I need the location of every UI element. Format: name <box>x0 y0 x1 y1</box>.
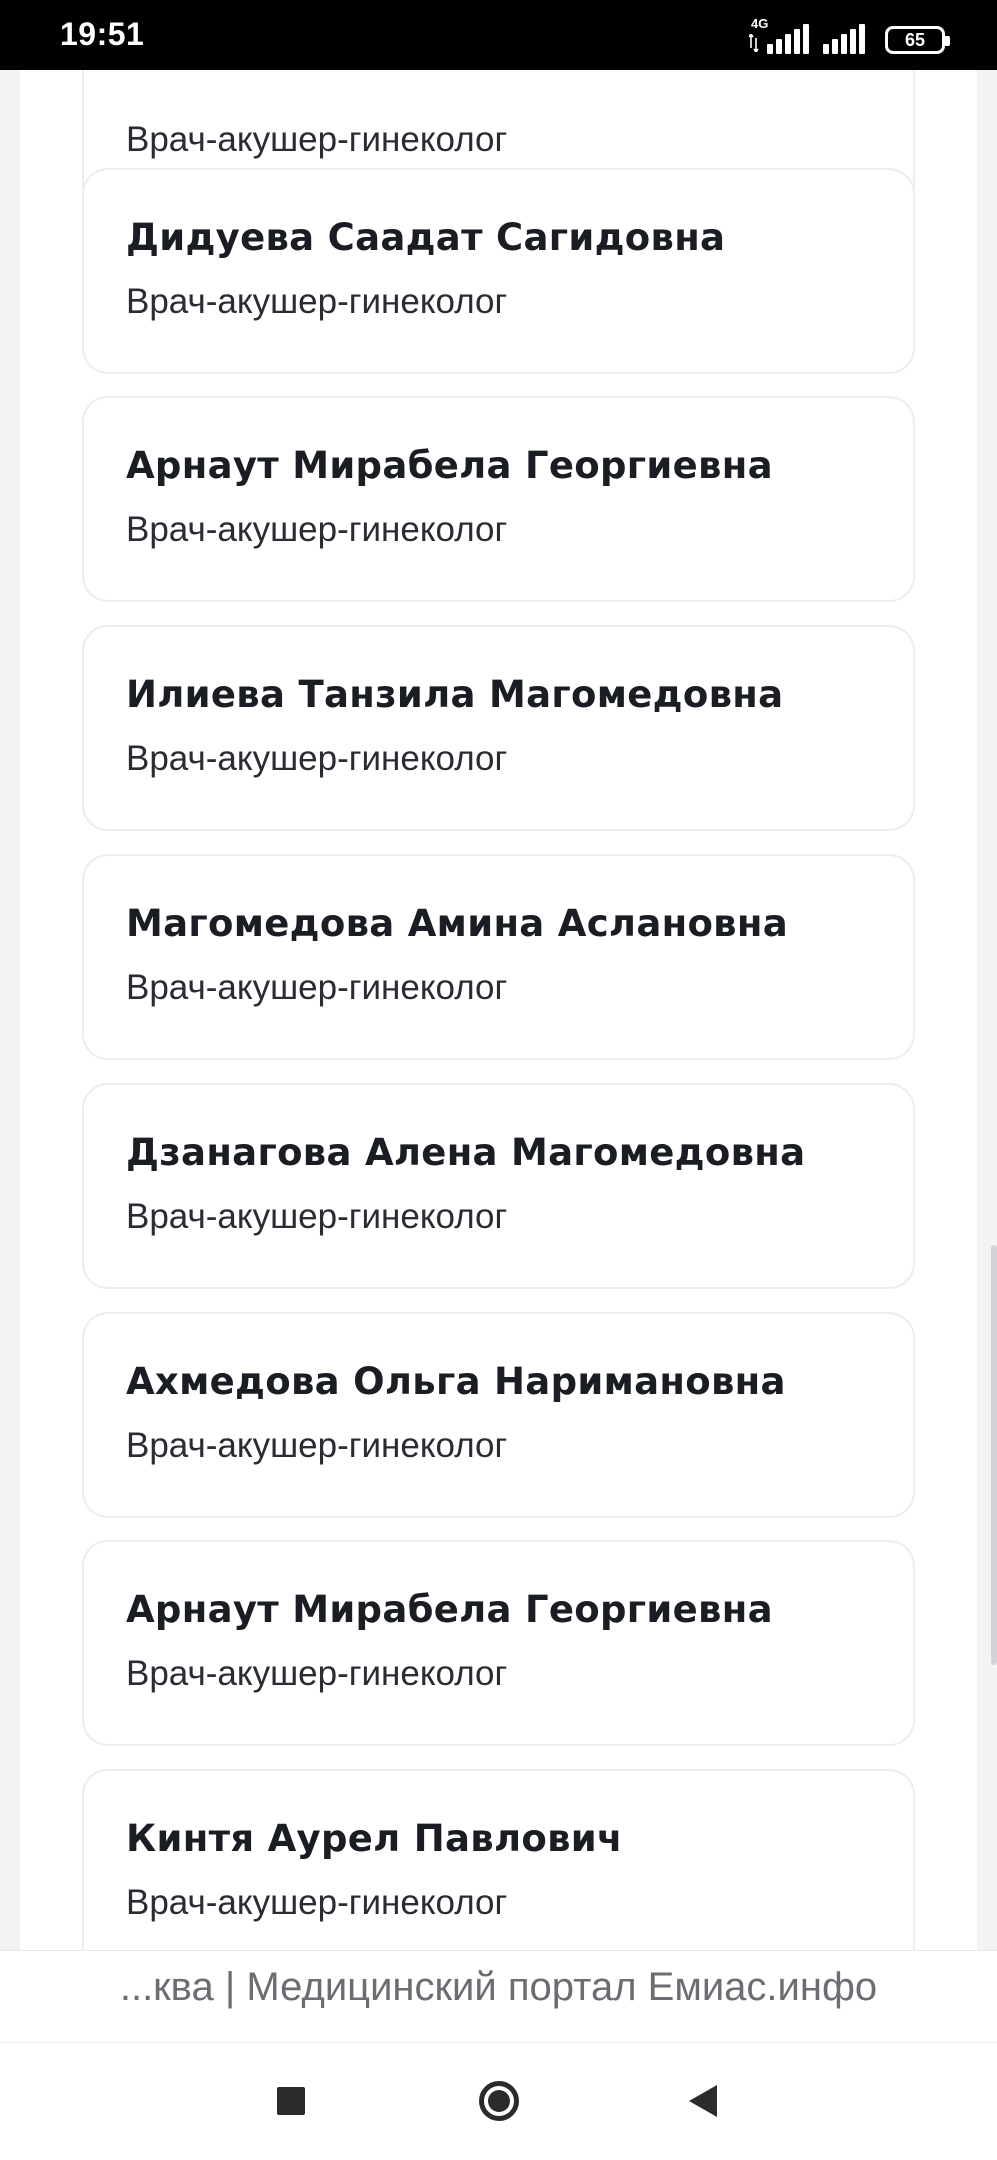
home-icon <box>479 2081 519 2121</box>
page-title: ...ква | Медицинский портал Емиас.инфо <box>119 1965 878 2009</box>
doctor-specialty: Врач-акушер-гинеколог <box>126 1426 508 1465</box>
battery-level: 65 <box>904 29 926 50</box>
doctor-card[interactable]: Дидуева Саадат Сагидовна Врач-акушер-гин… <box>82 168 915 374</box>
doctor-card[interactable]: Дзанагова Алена Магомедовна Врач-акушер-… <box>82 1083 915 1289</box>
recent-apps-button[interactable] <box>263 2073 319 2129</box>
doctor-name: Арнаут Мирабела Георгиевна <box>126 1588 773 1631</box>
doctor-specialty: Врач-акушер-гинеколог <box>126 1654 508 1693</box>
mobile-data-icon: 4G <box>747 16 809 54</box>
status-bar: 19:51 4G 65 <box>0 0 997 70</box>
doctor-card[interactable]: Арнаут Мирабела Георгиевна Врач-акушер-г… <box>82 396 915 602</box>
doctor-specialty: Врач-акушер-гинеколог <box>126 968 508 1007</box>
back-icon <box>689 2085 717 2117</box>
doctor-card[interactable]: Арнаут Мирабела Георгиевна Врач-акушер-г… <box>82 1540 915 1746</box>
doctor-name: Дзанагова Алена Магомедовна <box>126 1131 806 1174</box>
scrollbar-thumb[interactable] <box>991 1245 997 1665</box>
page-title-bar[interactable]: ...ква | Медицинский портал Емиас.инфо <box>0 1950 997 2042</box>
doctor-specialty: Врач-акушер-гинеколог <box>126 510 508 549</box>
home-button[interactable] <box>471 2073 527 2129</box>
navigation-bar <box>0 2042 997 2160</box>
battery-icon: 65 <box>885 26 950 54</box>
back-button[interactable] <box>675 2073 731 2129</box>
signal-icon <box>823 24 865 54</box>
doctor-specialty: Врач-акушер-гинеколог <box>126 1883 508 1922</box>
doctor-name: Магомедова Амина Аслановна <box>126 902 789 945</box>
doctor-card[interactable]: Ахмедова Ольга Наримановна Врач-акушер-г… <box>82 1312 915 1518</box>
doctor-specialty: Врач-акушер-гинеколог <box>126 739 508 778</box>
doctor-specialty: Врач-акушер-гинеколог <box>126 1197 508 1236</box>
network-type-label: 4G <box>751 16 769 31</box>
status-icons: 4G 65 <box>747 16 950 54</box>
doctor-card[interactable]: Илиева Танзила Магомедовна Врач-акушер-г… <box>82 625 915 831</box>
doctor-name: Кинтя Аурел Павлович <box>126 1817 623 1860</box>
doctor-name: Илиева Танзила Магомедовна <box>126 673 784 716</box>
recent-apps-icon <box>277 2087 305 2115</box>
doctor-list: Врач-акушер-гинеколог Дидуева Саадат Саг… <box>20 70 977 1950</box>
signal-bars <box>767 24 809 54</box>
doctor-card[interactable]: Магомедова Амина Аслановна Врач-акушер-г… <box>82 854 915 1060</box>
doctor-name: Ахмедова Ольга Наримановна <box>126 1360 786 1403</box>
data-arrows-icon <box>749 34 759 52</box>
doctor-name: Дидуева Саадат Сагидовна <box>126 216 726 259</box>
screen: 19:51 4G 65 Врач-акушер-гинеколог Дидуев… <box>0 0 997 2160</box>
doctor-specialty: Врач-акушер-гинеколог <box>126 282 508 321</box>
status-time: 19:51 <box>60 16 145 52</box>
doctor-card[interactable]: Кинтя Аурел Павлович Врач-акушер-гинекол… <box>82 1769 915 1950</box>
doctor-name: Арнаут Мирабела Георгиевна <box>126 444 773 487</box>
doctor-specialty: Врач-акушер-гинеколог <box>126 120 508 159</box>
web-page[interactable]: Врач-акушер-гинеколог Дидуева Саадат Саг… <box>0 70 997 1950</box>
